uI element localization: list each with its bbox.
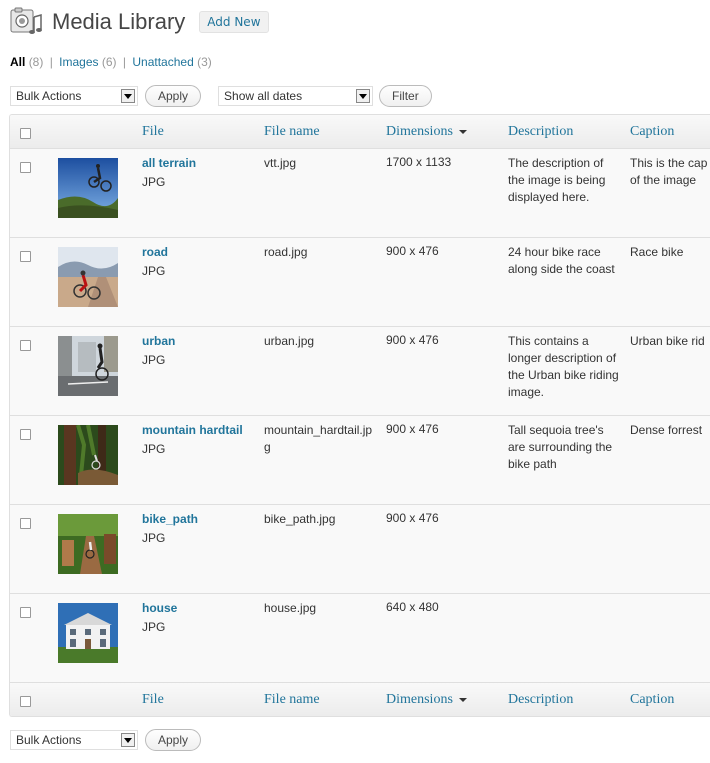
bulk-actions-select[interactable]: Bulk Actions (10, 730, 138, 750)
media-thumbnail[interactable] (58, 158, 118, 218)
filter-images-link[interactable]: Images (59, 55, 98, 69)
column-file[interactable]: File (142, 692, 164, 708)
media-thumbnail[interactable] (58, 425, 118, 485)
file-name: urban.jpg (264, 334, 315, 348)
media-type: JPG (142, 620, 166, 634)
table-row: all terrain JPG vtt.jpg 1700 x 1133 The … (10, 149, 710, 238)
media-title-link[interactable]: all terrain (142, 156, 196, 170)
table-row: house JPG house.jpg 640 x 480 (10, 594, 710, 683)
page-title: Media Library (52, 9, 186, 34)
column-file-name[interactable]: File name (264, 692, 320, 708)
media-library-icon (10, 7, 44, 37)
filter-all-count: (8) (28, 55, 44, 69)
media-type: JPG (142, 353, 166, 367)
select-all-checkbox[interactable] (20, 696, 31, 707)
media-title-link[interactable]: mountain hardtail (142, 423, 243, 437)
apply-button[interactable]: Apply (145, 729, 202, 751)
date-filter-select[interactable]: Show all dates (218, 86, 374, 106)
column-file-name[interactable]: File name (264, 124, 320, 140)
description: The description of the image is being di… (508, 156, 606, 204)
media-type: JPG (142, 175, 166, 189)
file-name: bike_path.jpg (264, 512, 336, 526)
sort-down-icon (458, 697, 467, 702)
description: Tall sequoia tree's are surrounding the … (508, 423, 613, 471)
media-thumbnail[interactable] (58, 336, 118, 396)
column-caption[interactable]: Caption (630, 124, 674, 140)
filter-unattached-count: (3) (197, 55, 212, 69)
row-checkbox[interactable] (20, 162, 31, 173)
media-filter-links: All (8) | Images (6) | Unattached (3) (10, 55, 212, 69)
filter-unattached-link[interactable]: Unattached (132, 55, 193, 69)
column-description[interactable]: Description (508, 692, 573, 708)
row-checkbox[interactable] (20, 251, 31, 262)
column-dimensions-label: Dimensions (386, 124, 453, 139)
table-row: urban JPG urban.jpg 900 x 476 This conta… (10, 327, 710, 416)
column-dimensions-label: Dimensions (386, 692, 453, 707)
media-thumbnail[interactable] (58, 603, 118, 663)
filter-button[interactable]: Filter (379, 85, 432, 107)
table-footer: File File name Dimensions Description Ca… (10, 682, 710, 716)
media-thumbnail[interactable] (58, 247, 118, 307)
bulk-actions-select[interactable]: Bulk Actions (10, 86, 138, 106)
row-checkbox[interactable] (20, 340, 31, 351)
media-title-link[interactable]: urban (142, 334, 175, 348)
column-dimensions[interactable]: Dimensions (386, 124, 467, 140)
media-type: JPG (142, 442, 166, 456)
bottom-tablenav: Bulk Actions Apply (10, 727, 202, 753)
date-filter-value: Show all dates (224, 89, 303, 103)
table-row: mountain hardtail JPG mountain_hardtail.… (10, 416, 710, 505)
add-new-button[interactable]: Add New (199, 11, 269, 33)
file-name: mountain_hardtail.jpg (264, 423, 373, 454)
bulk-actions-value: Bulk Actions (16, 89, 82, 103)
chevron-down-icon[interactable] (121, 733, 135, 747)
media-title-link[interactable]: bike_path (142, 512, 198, 526)
description: This contains a longer description of th… (508, 334, 619, 399)
file-name: road.jpg (264, 245, 308, 259)
media-title-link[interactable]: road (142, 245, 168, 259)
caption: This is the cap of the image (630, 156, 708, 187)
file-name: vtt.jpg (264, 156, 297, 170)
page-header: Media Library Add New (10, 6, 269, 38)
column-dimensions[interactable]: Dimensions (386, 692, 467, 708)
filter-all-link[interactable]: All (10, 55, 25, 69)
caption: Race bike (630, 245, 684, 259)
table-row: road JPG road.jpg 900 x 476 24 hour bike… (10, 238, 710, 327)
row-checkbox[interactable] (20, 518, 31, 529)
sort-down-icon (458, 129, 467, 134)
row-checkbox[interactable] (20, 607, 31, 618)
row-checkbox[interactable] (20, 429, 31, 440)
description: 24 hour bike race along side the coast (508, 245, 615, 276)
column-file[interactable]: File (142, 124, 164, 140)
media-table: File File name Dimensions Description Ca… (9, 114, 710, 717)
dimensions: 900 x 476 (386, 333, 439, 347)
dimensions: 900 x 476 (386, 244, 439, 258)
media-title-link[interactable]: house (142, 601, 177, 615)
dimensions: 1700 x 1133 (386, 155, 452, 169)
media-thumbnail[interactable] (58, 514, 118, 574)
media-type: JPG (142, 531, 166, 545)
caption: Urban bike rid (630, 334, 705, 348)
apply-button[interactable]: Apply (145, 85, 202, 107)
bulk-actions-value: Bulk Actions (16, 733, 82, 747)
caption: Dense forrest (630, 423, 703, 437)
filter-separator: | (122, 55, 127, 69)
table-row: bike_path JPG bike_path.jpg 900 x 476 (10, 505, 710, 594)
select-all-checkbox[interactable] (20, 128, 31, 139)
top-tablenav: Bulk Actions Apply Show all dates Filter (10, 83, 432, 109)
file-name: house.jpg (264, 601, 317, 615)
media-type: JPG (142, 264, 166, 278)
dimensions: 640 x 480 (386, 600, 439, 614)
chevron-down-icon[interactable] (121, 89, 135, 103)
chevron-down-icon[interactable] (356, 89, 371, 103)
column-caption[interactable]: Caption (630, 692, 674, 708)
column-description[interactable]: Description (508, 124, 573, 140)
dimensions: 900 x 476 (386, 511, 439, 525)
dimensions: 900 x 476 (386, 422, 439, 436)
table-header: File File name Dimensions Description Ca… (10, 115, 710, 149)
filter-separator: | (49, 55, 53, 69)
filter-images-count: (6) (101, 55, 117, 69)
